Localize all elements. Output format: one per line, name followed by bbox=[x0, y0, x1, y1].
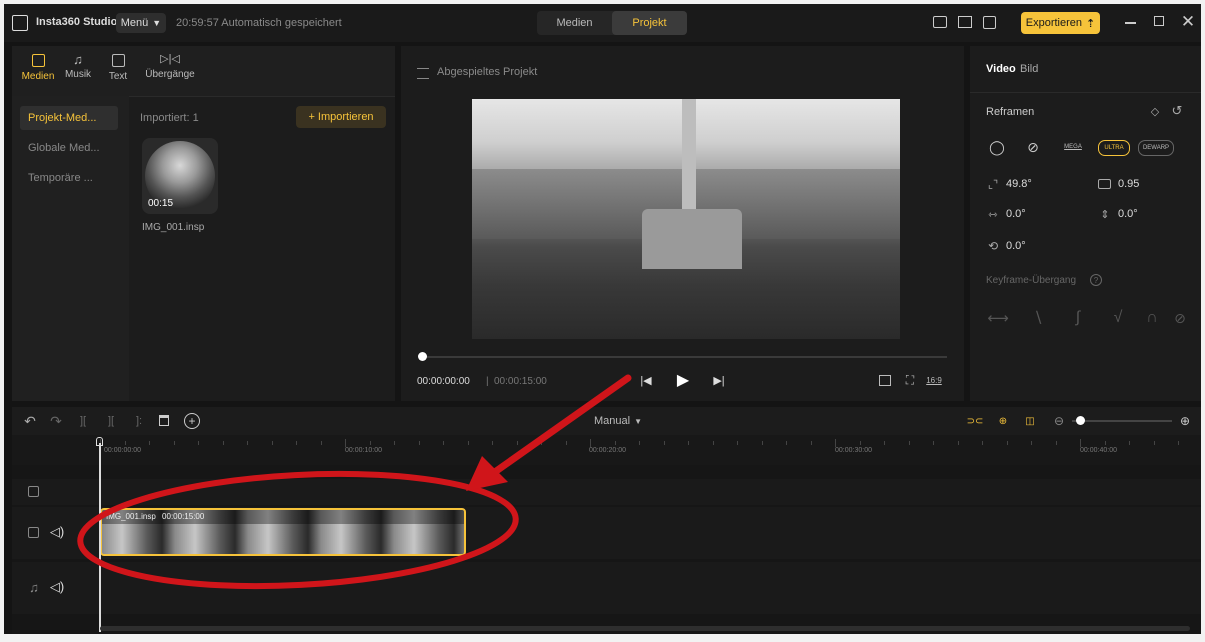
arrow-shaft bbox=[488, 374, 632, 478]
highlight-ellipse bbox=[77, 470, 519, 590]
app-window: Insta360 Studio Menü ▼ 20:59:57 Automati… bbox=[4, 4, 1201, 634]
annotation-overlay bbox=[77, 374, 632, 590]
arrow-head-icon bbox=[466, 456, 508, 491]
